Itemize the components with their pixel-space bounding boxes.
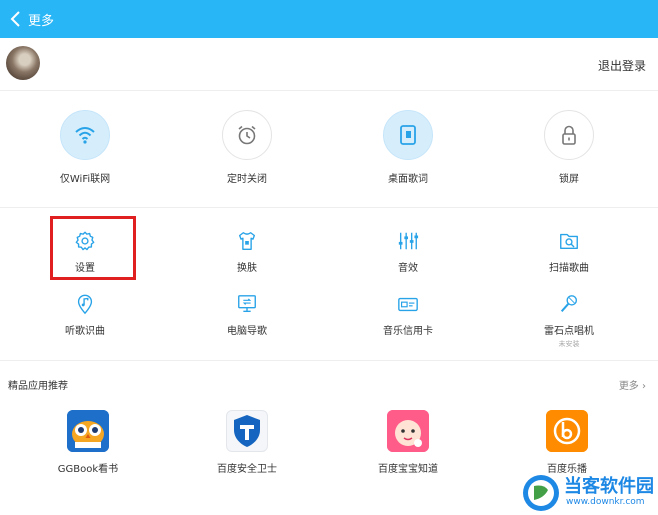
app-baidu-baby[interactable]: 百度宝宝知道 [348, 410, 468, 475]
more-label: 更多 [618, 381, 639, 392]
more-link[interactable]: 更多 › [619, 377, 646, 392]
recommend-title: 精品应用推荐 [8, 381, 68, 392]
alarm-clock-icon [238, 125, 256, 145]
highlight-box [50, 216, 136, 280]
watermark-url: www.downkr.com [566, 497, 645, 507]
tool-label: 换肤 [237, 263, 257, 274]
quick-action-label: 桌面歌词 [388, 174, 428, 185]
lock-screen-toggle[interactable]: 锁屏 [509, 104, 629, 185]
music-location-icon [77, 294, 93, 315]
avatar[interactable] [6, 46, 40, 80]
divider [0, 207, 658, 208]
site-watermark: 当客软件园 www.downkr.com [520, 470, 658, 515]
wifi-icon [75, 127, 95, 144]
tool-label: 电脑导歌 [227, 326, 267, 337]
song-recognition-button[interactable]: 听歌识曲 [25, 293, 145, 337]
chevron-left-icon [10, 11, 20, 27]
baby-icon [387, 410, 429, 452]
pc-import-button[interactable]: 电脑导歌 [187, 293, 307, 337]
desktop-lyrics-icon [400, 125, 416, 145]
divider [0, 360, 658, 361]
shield-icon [226, 410, 268, 452]
top-bar: 更多 [0, 0, 658, 38]
skin-button[interactable]: 换肤 [187, 230, 307, 274]
shirt-icon [238, 232, 256, 250]
quick-action-label: 定时关闭 [227, 174, 267, 185]
lebo-icon [546, 410, 588, 452]
karaoke-button[interactable]: 雷石点唱机 未安装 [509, 293, 629, 349]
tool-label: 音效 [398, 263, 418, 274]
app-baidu-security[interactable]: 百度安全卫士 [187, 410, 307, 475]
wifi-only-toggle[interactable]: 仅WiFi联网 [25, 104, 145, 185]
desktop-lyrics-toggle[interactable]: 桌面歌词 [348, 104, 468, 185]
sleep-timer-toggle[interactable]: 定时关闭 [187, 104, 307, 185]
credit-card-icon [398, 297, 418, 312]
music-credit-card-button[interactable]: 音乐信用卡 [348, 293, 468, 337]
chevron-right-icon: › [638, 381, 646, 392]
owl-icon [67, 410, 109, 452]
quick-action-label: 仅WiFi联网 [59, 174, 111, 185]
equalizer-icon [398, 232, 419, 250]
sound-effects-button[interactable]: 音效 [348, 230, 468, 274]
lock-icon [562, 125, 576, 145]
back-button[interactable] [6, 7, 26, 31]
app-label: GGBook看书 [57, 464, 119, 475]
not-installed-label: 未安装 [558, 340, 580, 348]
logout-button[interactable]: 退出登录 [598, 57, 646, 74]
tool-label: 音乐信用卡 [383, 326, 433, 337]
watermark-name: 当客软件园 [564, 476, 654, 497]
watermark-logo-icon [523, 475, 559, 511]
app-ggbook[interactable]: GGBook看书 [28, 410, 148, 475]
account-row: 退出登录 [0, 38, 658, 91]
tool-label: 扫描歌曲 [549, 263, 589, 274]
app-baidu-lebo[interactable]: 百度乐播 [507, 410, 627, 475]
app-label: 百度宝宝知道 [378, 464, 438, 475]
scan-songs-button[interactable]: 扫描歌曲 [509, 230, 629, 274]
scan-folder-icon [560, 233, 578, 250]
app-label: 百度安全卫士 [217, 464, 277, 475]
microphone-icon [560, 295, 578, 313]
tool-label: 雷石点唱机 [544, 326, 594, 337]
recommend-header: 精品应用推荐 更多 › [0, 375, 658, 395]
tool-label: 听歌识曲 [65, 326, 105, 337]
computer-transfer-icon [238, 295, 256, 313]
quick-action-label: 锁屏 [559, 174, 579, 185]
page-title: 更多 [28, 14, 55, 29]
quick-actions: 仅WiFi联网 定时关闭 桌面歌词 锁屏 [0, 104, 658, 200]
